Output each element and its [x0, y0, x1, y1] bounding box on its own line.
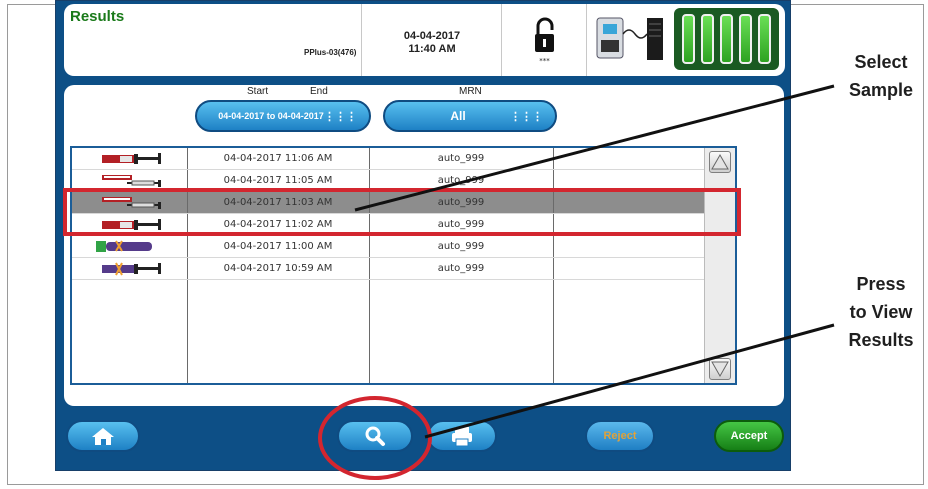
press-view-callout: Press to View Results — [848, 274, 914, 350]
table-row[interactable]: 04-04-2017 11:03 AM auto_999 — [72, 192, 735, 214]
sample-mrn: auto_999 — [369, 170, 554, 191]
results-table: 04-04-2017 11:06 AM auto_999 04-04-2017 11… — [70, 146, 737, 385]
header-date: 04-04-2017 — [403, 30, 461, 42]
device-id: PPlus-03(476) — [304, 48, 357, 57]
keypad-icon: ⋮⋮⋮ — [510, 111, 543, 123]
end-label: End — [310, 86, 328, 97]
view-results-button[interactable] — [337, 420, 413, 452]
capillary-tube-icon — [72, 236, 188, 257]
lock-caption: *** — [539, 57, 550, 65]
keypad-icon: ⋮⋮⋮ — [324, 111, 357, 123]
mrn-filter-button[interactable]: All ⋮⋮⋮ — [383, 100, 557, 132]
home-icon — [92, 428, 114, 445]
print-button[interactable] — [427, 420, 497, 452]
scroll-up-button[interactable] — [709, 151, 731, 173]
battery-cell-icon — [682, 14, 695, 64]
battery-cell-icon — [701, 14, 714, 64]
sample-datetime: 04-04-2017 11:06 AM — [187, 148, 370, 169]
syringe-red-icon — [72, 214, 188, 235]
select-sample-callout: Select Sample — [848, 52, 914, 100]
column-divider — [369, 280, 370, 383]
start-label: Start — [247, 86, 269, 97]
sample-datetime: 04-04-2017 11:05 AM — [187, 170, 370, 191]
table-row[interactable]: 04-04-2017 11:02 AM auto_999 — [72, 214, 735, 236]
table-row[interactable]: 04-04-2017 11:05 AM auto_999 — [72, 170, 735, 192]
table-row[interactable]: 04-04-2017 10:59 AM auto_999 — [72, 258, 735, 280]
accept-button[interactable]: Accept — [714, 420, 784, 452]
sample-mrn: auto_999 — [369, 258, 554, 279]
date-range-button[interactable]: 04-04-2017 to 04-04-2017 ⋮⋮⋮ — [195, 100, 371, 132]
home-button[interactable] — [66, 420, 140, 452]
page-title: Results — [70, 8, 125, 25]
lock-cell[interactable]: *** — [501, 4, 586, 76]
sample-mrn: auto_999 — [369, 192, 554, 213]
reject-button[interactable]: Reject — [585, 420, 655, 452]
sample-datetime: 04-04-2017 11:02 AM — [187, 214, 370, 235]
header-bar: Results PPlus-03(476) 04-04-2017 11:40 A… — [64, 4, 785, 76]
date-range-value: 04-04-2017 to 04-04-2017 — [218, 111, 324, 121]
syringe-thin-icon — [72, 170, 188, 191]
triangle-up-icon — [711, 153, 729, 170]
sample-datetime: 04-04-2017 11:03 AM — [187, 192, 370, 213]
syringe-thin-icon — [72, 192, 188, 213]
battery-cell-icon — [758, 14, 771, 64]
search-icon — [365, 426, 385, 446]
battery-cell-icon — [720, 14, 733, 64]
sample-mrn: auto_999 — [369, 236, 554, 257]
sample-datetime: 04-04-2017 11:00 AM — [187, 236, 370, 257]
sample-mrn: auto_999 — [369, 214, 554, 235]
datetime-cell: 04-04-2017 11:40 AM — [361, 4, 501, 76]
triangle-down-icon — [711, 361, 729, 378]
sample-mrn: auto_999 — [369, 148, 554, 169]
unlocked-padlock-icon[interactable] — [502, 4, 587, 76]
sample-datetime: 04-04-2017 10:59 AM — [187, 258, 370, 279]
header-time: 11:40 AM — [408, 43, 456, 55]
battery-cell-icon — [739, 14, 752, 64]
battery-indicator — [674, 8, 779, 70]
table-row[interactable]: 04-04-2017 11:06 AM auto_999 — [72, 148, 735, 170]
table-row[interactable]: 04-04-2017 11:00 AM auto_999 — [72, 236, 735, 258]
scroll-down-button[interactable] — [709, 358, 731, 380]
syringe-purple-icon — [72, 258, 188, 279]
column-divider — [553, 280, 554, 383]
scrollbar[interactable] — [704, 148, 735, 383]
mrn-label: MRN — [459, 86, 482, 97]
print-icon — [452, 427, 472, 447]
syringe-red-icon — [72, 148, 188, 169]
analyzer-connection-icon[interactable] — [587, 4, 677, 76]
column-divider — [187, 280, 188, 383]
